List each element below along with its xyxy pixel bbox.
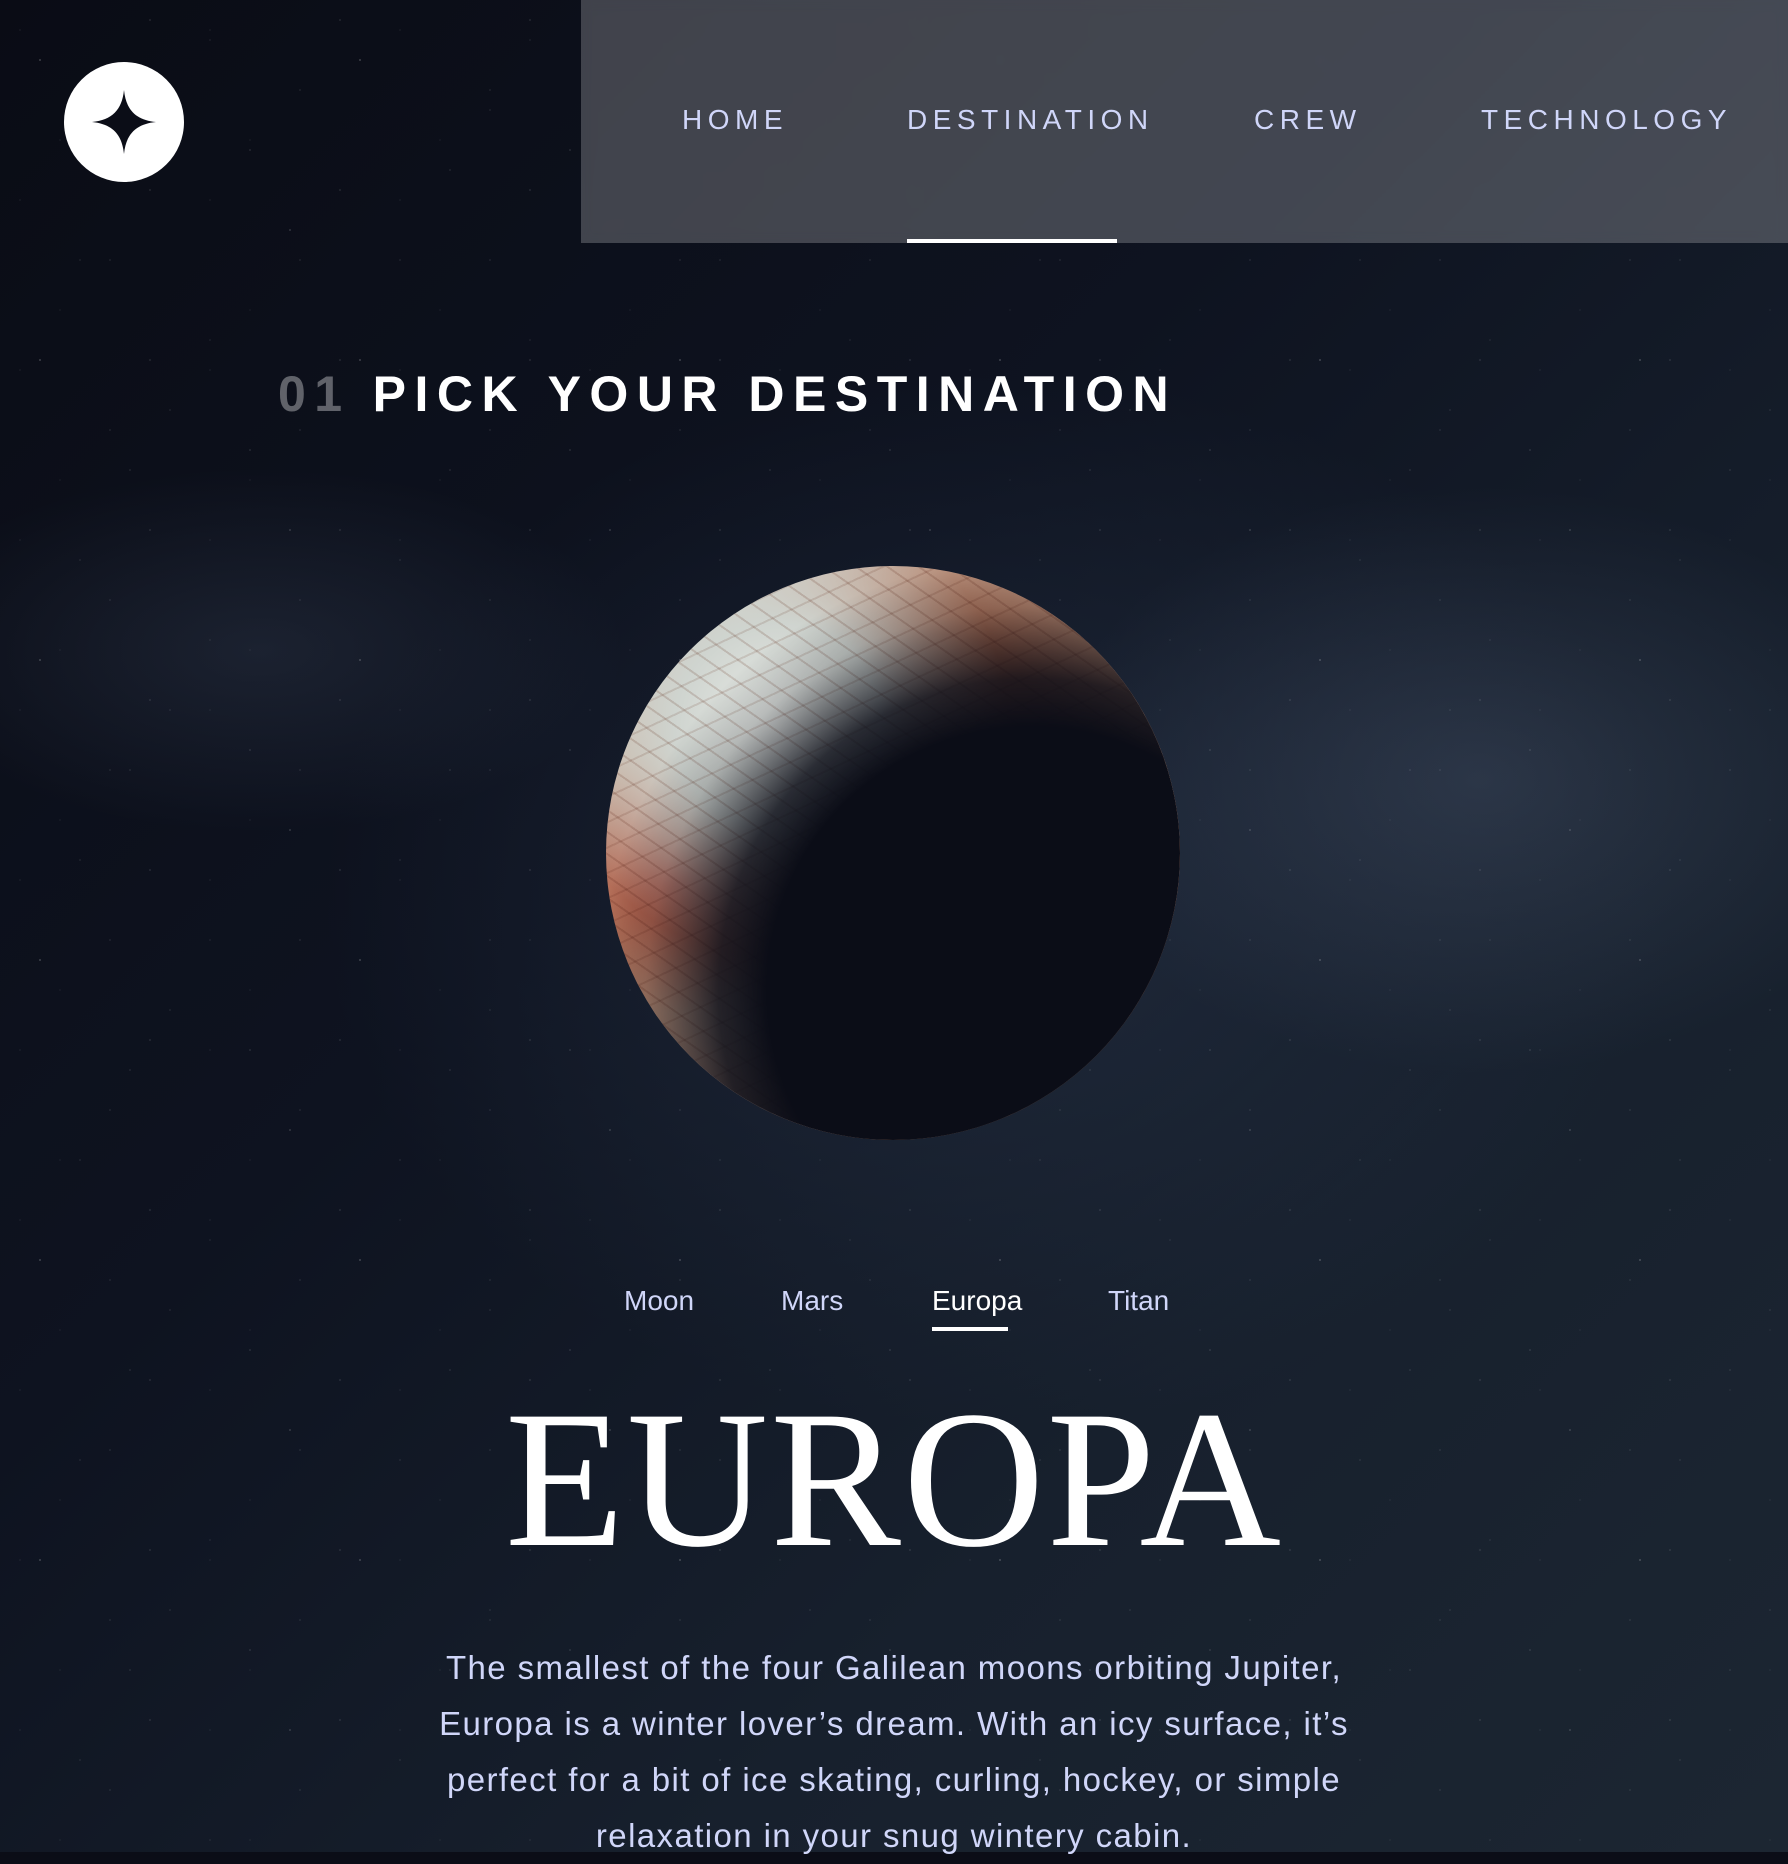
- nav-item-technology[interactable]: TECHNOLOGY: [1481, 100, 1732, 243]
- main-navigation: HOME DESTINATION CREW TECHNOLOGY: [581, 0, 1788, 243]
- destination-name: EUROPA: [504, 1371, 1284, 1588]
- section-number: 01: [278, 366, 351, 422]
- tab-label: Europa: [932, 1285, 1023, 1316]
- tab-label: Mars: [781, 1285, 844, 1316]
- tab-titan[interactable]: Titan: [1108, 1283, 1169, 1331]
- tab-moon[interactable]: Moon: [624, 1283, 694, 1331]
- star-logo-icon: [92, 90, 156, 154]
- nav-item-home[interactable]: HOME: [682, 100, 788, 243]
- logo[interactable]: [64, 62, 184, 182]
- nav-item-label: TECHNOLOGY: [1481, 104, 1733, 135]
- europa-planet-image: [606, 566, 1180, 1140]
- nav-item-label: HOME: [682, 104, 788, 135]
- tab-europa[interactable]: Europa: [932, 1283, 1022, 1331]
- nav-item-destination[interactable]: DESTINATION: [907, 100, 1154, 243]
- planet-shadow: [606, 566, 1180, 1140]
- active-tab-indicator: [932, 1327, 1008, 1331]
- section-heading: 01 PICK YOUR DESTINATION: [278, 365, 1177, 423]
- tab-label: Titan: [1108, 1285, 1170, 1316]
- active-nav-indicator: [907, 239, 1117, 243]
- nav-item-label: CREW: [1254, 104, 1362, 135]
- tab-mars[interactable]: Mars: [781, 1283, 843, 1331]
- destination-description: The smallest of the four Galilean moons …: [439, 1649, 1349, 1854]
- tab-label: Moon: [624, 1285, 695, 1316]
- nav-item-label: DESTINATION: [907, 104, 1154, 135]
- nav-item-crew[interactable]: CREW: [1254, 100, 1362, 243]
- section-title: PICK YOUR DESTINATION: [372, 366, 1178, 422]
